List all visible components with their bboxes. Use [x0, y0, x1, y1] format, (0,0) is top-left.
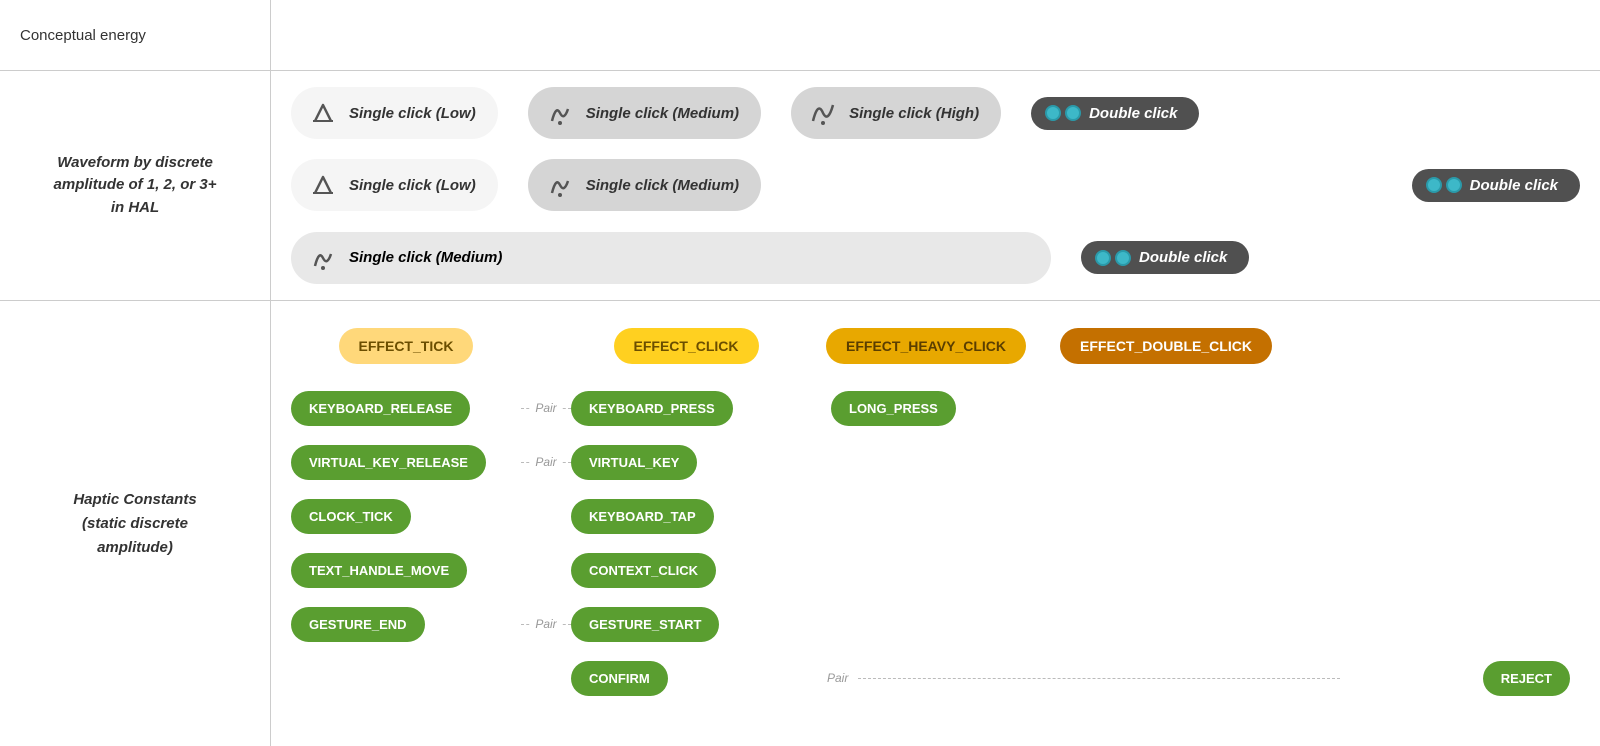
- haptic-row-gesture: GESTURE_END Pair GESTURE_START: [291, 602, 1580, 646]
- haptic-row-keyboard: KEYBOARD_RELEASE Pair KEYBOARD_PRESS LON…: [291, 386, 1580, 430]
- wf-text-double-1: Double click: [1089, 105, 1177, 122]
- pair-label-virtual: Pair: [531, 455, 560, 469]
- haptic-row-text-handle: TEXT_HANDLE_MOVE CONTEXT_CLICK: [291, 548, 1580, 592]
- wf-pill-medium-1[interactable]: Single click (Medium): [528, 87, 761, 139]
- waveform-high-icon-1: [805, 95, 841, 131]
- waveform-label: Waveform by discreteamplitude of 1, 2, o…: [0, 70, 270, 300]
- wf-text-high-1: Single click (High): [849, 105, 979, 122]
- strong-label: Strong: [1479, 22, 1550, 48]
- keyboard-tap-pill[interactable]: KEYBOARD_TAP: [571, 499, 714, 534]
- effect-tick-pill[interactable]: EFFECT_TICK: [339, 328, 474, 364]
- waveform-section: Single click (Low) Single click (Medium): [271, 70, 1600, 300]
- waveform-medium-icon-1: [542, 95, 578, 131]
- wf-text-double-3: Double click: [1139, 249, 1227, 266]
- long-press-pill[interactable]: LONG_PRESS: [831, 391, 956, 426]
- pair-label-keyboard: Pair: [531, 401, 560, 415]
- energy-row: Weak Strong: [271, 0, 1600, 70]
- wf-pill-medium-3[interactable]: Single click (Medium): [291, 232, 1051, 284]
- haptic-section: EFFECT_TICK EFFECT_CLICK EFFECT_HEAVY_CL…: [271, 300, 1600, 746]
- wf-pill-low-1[interactable]: Single click (Low): [291, 87, 498, 139]
- waveform-low-icon-1: [305, 95, 341, 131]
- pair-label-confirm: Pair: [821, 671, 854, 685]
- haptic-row-confirm: CONFIRM Pair REJECT: [291, 656, 1580, 700]
- virtual-key-pill[interactable]: VIRTUAL_KEY: [571, 445, 697, 480]
- keyboard-release-pill[interactable]: KEYBOARD_RELEASE: [291, 391, 470, 426]
- wf-text-medium-3: Single click (Medium): [349, 249, 502, 266]
- right-content: Weak Strong Single click (Low): [270, 0, 1600, 746]
- wf-pill-low-2[interactable]: Single click (Low): [291, 159, 498, 211]
- reject-pill[interactable]: REJECT: [1483, 661, 1570, 696]
- wf-text-double-2: Double click: [1470, 177, 1558, 194]
- pair-label-gesture: Pair: [531, 617, 560, 631]
- wf-pill-high-1[interactable]: Single click (High): [791, 87, 1001, 139]
- context-click-pill[interactable]: CONTEXT_CLICK: [571, 553, 716, 588]
- double-click-icon-1: [1045, 105, 1081, 121]
- haptic-row-clock: CLOCK_TICK KEYBOARD_TAP: [291, 494, 1580, 538]
- effect-click-pill[interactable]: EFFECT_CLICK: [614, 328, 759, 364]
- waveform-low-icon-2: [305, 167, 341, 203]
- conceptual-energy-label: Conceptual energy: [0, 0, 270, 70]
- haptic-label: Haptic Constants(static discreteamplitud…: [0, 300, 270, 746]
- haptic-row-virtual: VIRTUAL_KEY_RELEASE Pair VIRTUAL_KEY: [291, 440, 1580, 484]
- double-click-icon-3: [1095, 250, 1131, 266]
- waveform-row-3: Single click (Medium) Double click: [291, 232, 1580, 284]
- wf-pill-double-3[interactable]: Double click: [1081, 241, 1249, 274]
- double-click-icon-2: [1426, 177, 1462, 193]
- text-handle-move-pill[interactable]: TEXT_HANDLE_MOVE: [291, 553, 467, 588]
- waveform-row-1: Single click (Low) Single click (Medium): [291, 87, 1580, 139]
- virtual-key-release-pill[interactable]: VIRTUAL_KEY_RELEASE: [291, 445, 486, 480]
- wf-pill-double-1[interactable]: Double click: [1031, 97, 1199, 130]
- effects-header-row: EFFECT_TICK EFFECT_CLICK EFFECT_HEAVY_CL…: [291, 321, 1580, 371]
- weak-label: Weak: [291, 24, 342, 47]
- waveform-row-2: Single click (Low) Single click (Medium): [291, 159, 1580, 211]
- main-container: Conceptual energy Waveform by discreteam…: [0, 0, 1600, 746]
- haptic-constants-rows: KEYBOARD_RELEASE Pair KEYBOARD_PRESS LON…: [291, 386, 1580, 700]
- gesture-start-pill[interactable]: GESTURE_START: [571, 607, 719, 642]
- waveform-medium-icon-3: [305, 240, 341, 276]
- confirm-pill[interactable]: CONFIRM: [571, 661, 668, 696]
- wf-text-medium-1: Single click (Medium): [586, 105, 739, 122]
- wf-pill-medium-2[interactable]: Single click (Medium): [528, 159, 761, 211]
- wf-pill-double-2[interactable]: Double click: [1412, 169, 1580, 202]
- wf-text-low-1: Single click (Low): [349, 105, 476, 122]
- wf-text-low-2: Single click (Low): [349, 177, 476, 194]
- waveform-medium-icon-2: [542, 167, 578, 203]
- effect-heavy-pill[interactable]: EFFECT_HEAVY_CLICK: [826, 328, 1026, 364]
- keyboard-press-pill[interactable]: KEYBOARD_PRESS: [571, 391, 733, 426]
- clock-tick-pill[interactable]: CLOCK_TICK: [291, 499, 411, 534]
- left-labels: Conceptual energy Waveform by discreteam…: [0, 0, 270, 746]
- wf-text-medium-2: Single click (Medium): [586, 177, 739, 194]
- gesture-end-pill[interactable]: GESTURE_END: [291, 607, 425, 642]
- effect-double-pill[interactable]: EFFECT_DOUBLE_CLICK: [1060, 328, 1272, 364]
